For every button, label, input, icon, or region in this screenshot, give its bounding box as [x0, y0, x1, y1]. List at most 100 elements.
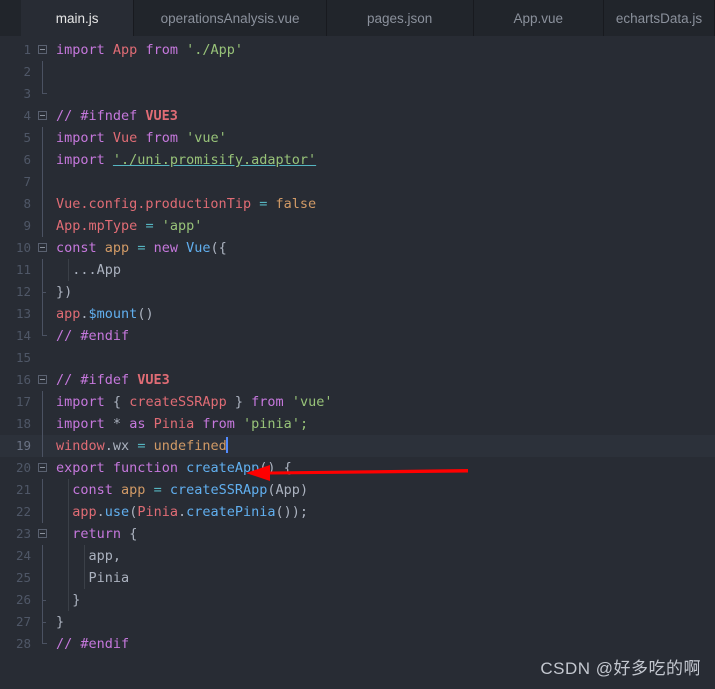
token-brace: }	[234, 394, 244, 410]
fold-collapse-icon[interactable]	[38, 45, 47, 54]
token-method: use	[104, 504, 130, 520]
code-line[interactable]: 6 import './uni.promisify.adaptor'	[0, 149, 715, 171]
code-line[interactable]: 12 })	[0, 281, 715, 303]
fold-marker[interactable]	[36, 457, 52, 479]
fold-collapse-icon[interactable]	[38, 111, 47, 120]
code-line[interactable]: 3	[0, 83, 715, 105]
code-text: import './uni.promisify.adaptor'	[52, 149, 715, 171]
tab-main-js[interactable]: main.js	[20, 0, 135, 36]
code-text: Pinia	[52, 567, 715, 589]
fold-marker	[36, 501, 52, 523]
code-line[interactable]: 27 }	[0, 611, 715, 633]
code-line[interactable]: 2	[0, 61, 715, 83]
token-comment: // #ifdef	[56, 372, 130, 388]
fold-collapse-icon[interactable]	[38, 529, 47, 538]
fold-guide	[42, 215, 43, 237]
token-identifier: createSSRApp	[129, 394, 227, 410]
indent-guide	[68, 545, 69, 567]
code-line[interactable]: 21 const app = createSSRApp(App)	[0, 479, 715, 501]
code-line[interactable]: 24 app,	[0, 545, 715, 567]
code-line[interactable]: 15	[0, 347, 715, 369]
code-line[interactable]: 1 import App from './App'	[0, 39, 715, 61]
code-line[interactable]: 14 // #endif	[0, 325, 715, 347]
code-line[interactable]: 23 return {	[0, 523, 715, 545]
fold-collapse-icon[interactable]	[38, 243, 47, 252]
code-line[interactable]: 10 const app = new Vue({	[0, 237, 715, 259]
code-text: const app = createSSRApp(App)	[52, 479, 715, 501]
code-line[interactable]: 18 import * as Pinia from 'pinia';	[0, 413, 715, 435]
code-text: // #endif	[52, 325, 715, 347]
fold-marker[interactable]	[36, 237, 52, 259]
fold-marker[interactable]	[36, 369, 52, 391]
code-text: app.use(Pinia.createPinia());	[52, 501, 715, 523]
token-comment: // #endif	[56, 328, 130, 344]
code-line[interactable]: 5 import Vue from 'vue'	[0, 127, 715, 149]
code-text: }	[52, 589, 715, 611]
code-text: // #endif	[52, 633, 715, 655]
code-editor[interactable]: 1 import App from './App' 2 3 4 // #ifnd	[0, 36, 715, 689]
token-string: 'app'	[161, 218, 203, 234]
line-number: 12	[15, 284, 31, 299]
token-parens: ()	[137, 306, 154, 322]
code-text: import Vue from 'vue'	[52, 127, 715, 149]
fold-marker	[36, 83, 52, 105]
fold-guide	[42, 83, 47, 94]
code-line[interactable]: 25 Pinia	[0, 567, 715, 589]
token-dot: .	[177, 504, 187, 520]
token-star: *	[112, 416, 122, 432]
code-line[interactable]: 4 // #ifndef VUE3	[0, 105, 715, 127]
fold-guide	[42, 391, 43, 413]
code-line[interactable]: 8 Vue.config.productionTip = false	[0, 193, 715, 215]
fold-guide	[42, 501, 43, 523]
code-line-active[interactable]: 19 window.wx = undefined	[0, 435, 715, 457]
token-literal: false	[275, 196, 317, 212]
code-line[interactable]: 17 import { createSSRApp } from 'vue'	[0, 391, 715, 413]
fold-collapse-icon[interactable]	[38, 375, 47, 384]
fold-guide	[42, 325, 47, 336]
tab-echarts-data-js[interactable]: echartsData.js	[603, 0, 715, 36]
token-identifier: Pinia	[88, 570, 130, 586]
line-number: 2	[23, 64, 31, 79]
fold-marker[interactable]	[36, 523, 52, 545]
token-identifier: app,	[88, 548, 122, 564]
tab-app-vue[interactable]: App.vue	[473, 0, 604, 36]
token-punctuation: () {	[259, 460, 292, 476]
tab-label: operationsAnalysis.vue	[160, 10, 300, 26]
fold-marker	[36, 611, 52, 633]
indent-guide	[68, 523, 69, 545]
token-keyword: import	[56, 130, 105, 146]
code-line[interactable]: 7	[0, 171, 715, 193]
token-identifier: app	[72, 504, 97, 520]
fold-marker[interactable]	[36, 105, 52, 127]
token-dot: .	[96, 504, 105, 520]
fold-marker	[36, 413, 52, 435]
fold-guide	[42, 149, 43, 171]
tab-pages-json[interactable]: pages.json	[326, 0, 474, 36]
code-area: 1 import App from './App' 2 3 4 // #ifnd	[0, 36, 715, 655]
code-line[interactable]: 20 export function createApp() {	[0, 457, 715, 479]
fold-marker[interactable]	[36, 39, 52, 61]
code-line[interactable]: 9 App.mpType = 'app'	[0, 215, 715, 237]
fold-marker	[36, 479, 52, 501]
line-number: 9	[23, 218, 31, 233]
code-line[interactable]: 26 }	[0, 589, 715, 611]
fold-marker	[36, 303, 52, 325]
code-line[interactable]: 11 ...App	[0, 259, 715, 281]
fold-guide	[42, 171, 43, 193]
tab-operations-analysis-vue[interactable]: operationsAnalysis.vue	[134, 0, 327, 36]
code-line[interactable]: 22 app.use(Pinia.createPinia());	[0, 501, 715, 523]
line-number: 4	[23, 108, 31, 123]
code-line[interactable]: 28 // #endif	[0, 633, 715, 655]
code-line[interactable]: 16 // #ifdef VUE3	[0, 369, 715, 391]
token-keyword: function	[112, 460, 178, 476]
token-punctuation: ());	[275, 504, 309, 520]
line-number: 19	[15, 438, 31, 453]
fold-collapse-icon[interactable]	[38, 463, 47, 472]
token-module-link[interactable]: './uni.promisify.adaptor'	[113, 152, 316, 168]
text-cursor	[225, 437, 228, 453]
token-property: .mpType	[80, 218, 138, 234]
code-line[interactable]: 13 app.$mount()	[0, 303, 715, 325]
code-text: return {	[52, 523, 715, 545]
token-paren: )	[299, 482, 309, 498]
